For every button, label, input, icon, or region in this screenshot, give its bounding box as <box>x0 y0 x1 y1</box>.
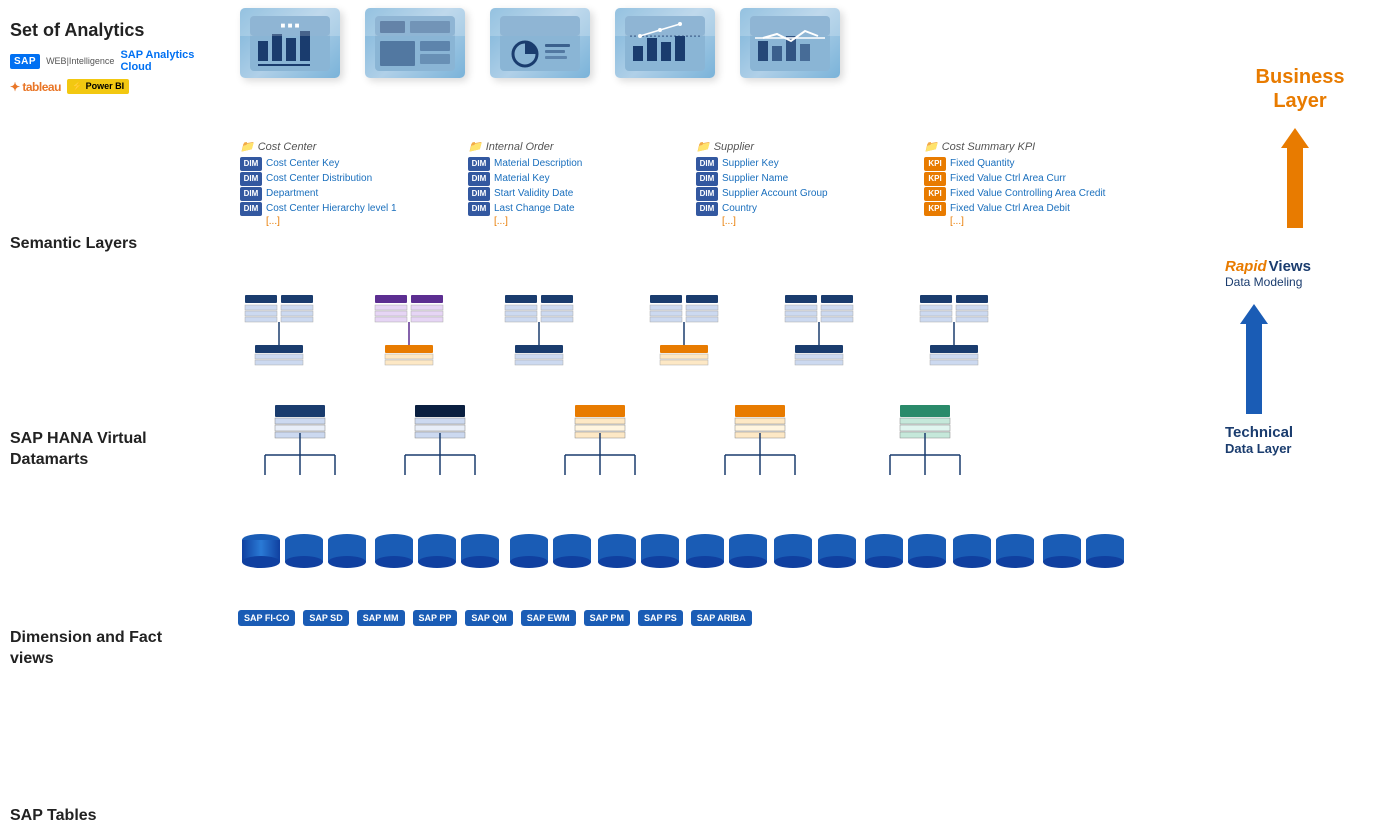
blue-arrow-shaft <box>1246 324 1262 414</box>
folder-icon-1: 📁 <box>240 140 254 153</box>
semantic-card-kpi: 📁 Cost Summary KPI KPI Fixed Quantity KP… <box>924 140 1134 227</box>
field-start-validity: DIM Start Validity Date <box>468 186 678 201</box>
field-supplier-account: DIM Supplier Account Group <box>696 186 906 201</box>
sap-logos-row: SAP WEB|Intelligence SAP Analytics Cloud <box>10 49 210 73</box>
field-country: DIM Country <box>696 201 906 216</box>
sap-analytics-cloud-label: SAP Analytics Cloud <box>120 49 210 73</box>
svg-text:■ ■ ■: ■ ■ ■ <box>281 21 300 30</box>
dashboard-svg-4 <box>625 16 705 71</box>
module-ewm: SAP EWM <box>521 610 576 626</box>
module-fico: SAP FI-CO <box>238 610 295 626</box>
tableau-logo: ✦ tableau <box>10 80 61 94</box>
hana-svg <box>220 285 1220 405</box>
semantic-row: 📁 Cost Center DIM Cost Center Key DIM Co… <box>240 140 1134 227</box>
orange-arrow-head <box>1281 128 1309 148</box>
more-fields-3: [...] <box>722 216 906 227</box>
data-modeling-label: Data Modeling <box>1225 275 1311 289</box>
field-supplier-name: DIM Supplier Name <box>696 171 906 186</box>
blue-arrow-head <box>1240 304 1268 324</box>
module-pp: SAP PP <box>413 610 458 626</box>
dashboard-icon-3 <box>490 8 590 78</box>
dashboard-svg-1: ■ ■ ■ <box>250 16 330 71</box>
rapidviews-label: RapidViews <box>1225 258 1311 275</box>
folder-icon-4: 📁 <box>924 140 938 153</box>
field-department: DIM Department <box>240 186 450 201</box>
set-analytics-label: Set of Analytics <box>10 20 210 41</box>
dashboard-icon-2 <box>365 8 465 78</box>
dimfact-label: Dimension and Fact views <box>10 628 210 670</box>
rapidviews-section: RapidViews Data Modeling <box>1225 258 1311 289</box>
folder-icon-3: 📁 <box>696 140 710 153</box>
module-mm: SAP MM <box>357 610 405 626</box>
module-ps: SAP PS <box>638 610 683 626</box>
field-last-change: DIM Last Change Date <box>468 201 678 216</box>
semantic-card-supplier: 📁 Supplier DIM Supplier Key DIM Supplier… <box>696 140 906 227</box>
tools-logos-row: ✦ tableau ⚡ Power BI <box>10 79 210 94</box>
left-labels: Set of Analytics SAP WEB|Intelligence SA… <box>0 0 220 651</box>
field-supplier-key: DIM Supplier Key <box>696 156 906 171</box>
more-fields-2: [...] <box>494 216 678 227</box>
semantic-card-cost-center: 📁 Cost Center DIM Cost Center Key DIM Co… <box>240 140 450 227</box>
dashboard-svg-3 <box>500 16 580 71</box>
dashboard-icon-5 <box>740 8 840 78</box>
field-fixed-value-credit: KPI Fixed Value Controlling Area Credit <box>924 186 1134 201</box>
folder-cost-center: 📁 Cost Center <box>240 140 450 153</box>
hana-label: SAP HANA Virtual Datamarts <box>10 429 210 471</box>
module-ariba: SAP ARIBA <box>691 610 752 626</box>
folder-supplier: 📁 Supplier <box>696 140 906 153</box>
module-qm: SAP QM <box>465 610 512 626</box>
technical-section: Technical Data Layer <box>1225 424 1293 456</box>
field-material-key: DIM Material Key <box>468 171 678 186</box>
field-cost-center-dist: DIM Cost Center Distribution <box>240 171 450 186</box>
dashboard-svg-5 <box>750 16 830 71</box>
field-cost-center-key: DIM Cost Center Key <box>240 156 450 171</box>
sap-modules-row: SAP FI-CO SAP SD SAP MM SAP PP SAP QM SA… <box>238 610 752 626</box>
orange-arrow-container <box>1281 128 1309 228</box>
semantic-card-internal-order: 📁 Internal Order DIM Material Descriptio… <box>468 140 678 227</box>
more-fields-4: [...] <box>950 216 1134 227</box>
sap-logo: SAP <box>10 54 40 69</box>
dashboards-row: ■ ■ ■ <box>240 8 840 78</box>
field-fixed-value-ctrl: KPI Fixed Value Ctrl Area Curr <box>924 171 1134 186</box>
main-container: Set of Analytics SAP WEB|Intelligence SA… <box>0 0 1375 651</box>
business-layer-section: Business Layer <box>1220 35 1370 228</box>
powerbi-logo: ⚡ Power BI <box>67 79 129 94</box>
right-labels: Business Layer RapidViews Data Modeling … <box>1215 0 1375 651</box>
more-fields-1: [...] <box>266 216 450 227</box>
data-layer-label: Data Layer <box>1225 441 1293 456</box>
technical-label: Technical <box>1225 424 1293 441</box>
dashboard-icon-1: ■ ■ ■ <box>240 8 340 78</box>
web-intel-label: WEB|Intelligence <box>46 56 114 67</box>
field-fixed-value-debit: KPI Fixed Value Ctrl Area Debit <box>924 201 1134 216</box>
dashboard-icon-4 <box>615 8 715 78</box>
saptables-label: SAP Tables <box>10 806 210 827</box>
content-area: ■ ■ ■ <box>220 0 1215 651</box>
blue-arrow-container <box>1240 304 1268 414</box>
folder-internal-order: 📁 Internal Order <box>468 140 678 153</box>
orange-arrow-shaft <box>1287 148 1303 228</box>
sap-cylinders-svg: // We'll just draw them statically in SV… <box>220 530 1320 620</box>
logo-area: SAP WEB|Intelligence SAP Analytics Cloud… <box>10 49 210 94</box>
semantic-layers-label: Semantic Layers <box>10 234 210 255</box>
field-cc-hierarchy: DIM Cost Center Hierarchy level 1 <box>240 201 450 216</box>
folder-icon-2: 📁 <box>468 140 482 153</box>
module-pm: SAP PM <box>584 610 630 626</box>
folder-kpi: 📁 Cost Summary KPI <box>924 140 1134 153</box>
business-layer-label: Business Layer <box>1230 65 1370 113</box>
dashboard-svg-2 <box>375 16 455 71</box>
field-fixed-qty: KPI Fixed Quantity <box>924 156 1134 171</box>
field-material-desc: DIM Material Description <box>468 156 678 171</box>
module-sd: SAP SD <box>303 610 348 626</box>
